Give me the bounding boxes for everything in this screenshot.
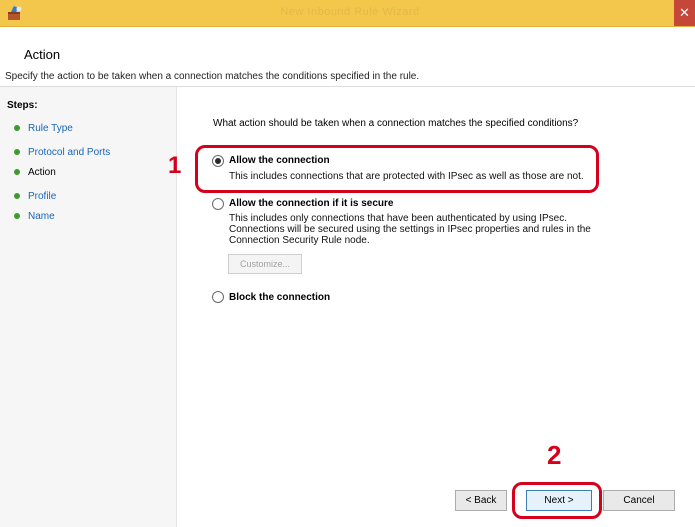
action-question: What action should be taken when a conne… bbox=[213, 118, 579, 129]
allow-secure-description-line-2: Connections will be secured using the se… bbox=[229, 224, 591, 235]
callout-number-2: 2 bbox=[547, 440, 562, 470]
sidebar-item-label: Protocol and Ports bbox=[28, 147, 111, 158]
sidebar-item-profile[interactable]: Profile bbox=[14, 191, 56, 202]
callout-box-allow-connection bbox=[195, 145, 599, 193]
block-connection-label[interactable]: Block the connection bbox=[229, 292, 330, 303]
firewall-icon bbox=[5, 3, 25, 23]
sidebar-item-label: Name bbox=[28, 211, 55, 222]
title-bar: New Inbound Rule Wizard ✕ bbox=[0, 0, 695, 27]
customize-button[interactable]: Customize... bbox=[228, 254, 302, 274]
step-bullet-icon bbox=[14, 193, 20, 200]
sidebar-item-label: Profile bbox=[28, 191, 57, 202]
cancel-button[interactable]: Cancel bbox=[603, 490, 675, 511]
sidebar-item-label: Rule Type bbox=[28, 123, 73, 134]
sidebar-item-action[interactable]: Action bbox=[14, 167, 56, 178]
allow-secure-description-line-1: This includes only connections that have… bbox=[229, 213, 567, 224]
allow-secure-connection-radio[interactable] bbox=[212, 198, 224, 210]
sidebar-item-label: Action bbox=[28, 167, 56, 178]
steps-label: Steps: bbox=[7, 100, 38, 111]
sidebar-item-protocol-and-ports[interactable]: Protocol and Ports bbox=[14, 147, 110, 158]
window-title: New Inbound Rule Wizard bbox=[280, 6, 420, 18]
step-bullet-icon bbox=[14, 169, 20, 176]
page-header: Action Specify the action to be taken wh… bbox=[0, 27, 695, 87]
page-subtitle: Specify the action to be taken when a co… bbox=[5, 71, 420, 82]
step-bullet-icon bbox=[14, 213, 20, 220]
allow-secure-description-line-3: Connection Security Rule node. bbox=[229, 235, 370, 246]
step-bullet-icon bbox=[14, 125, 20, 132]
page-title: Action bbox=[24, 47, 61, 62]
allow-secure-connection-label[interactable]: Allow the connection if it is secure bbox=[229, 198, 393, 209]
step-bullet-icon bbox=[14, 149, 20, 156]
block-connection-radio[interactable] bbox=[212, 291, 224, 303]
close-button[interactable]: ✕ bbox=[674, 0, 695, 26]
sidebar-item-rule-type[interactable]: Rule Type bbox=[14, 123, 73, 134]
callout-box-next-button bbox=[512, 482, 602, 519]
steps-sidebar: Steps: Rule Type Protocol and Ports Acti… bbox=[0, 87, 177, 527]
callout-number-1: 1 bbox=[168, 152, 182, 179]
back-button[interactable]: < Back bbox=[455, 490, 507, 511]
sidebar-item-name[interactable]: Name bbox=[14, 211, 55, 222]
